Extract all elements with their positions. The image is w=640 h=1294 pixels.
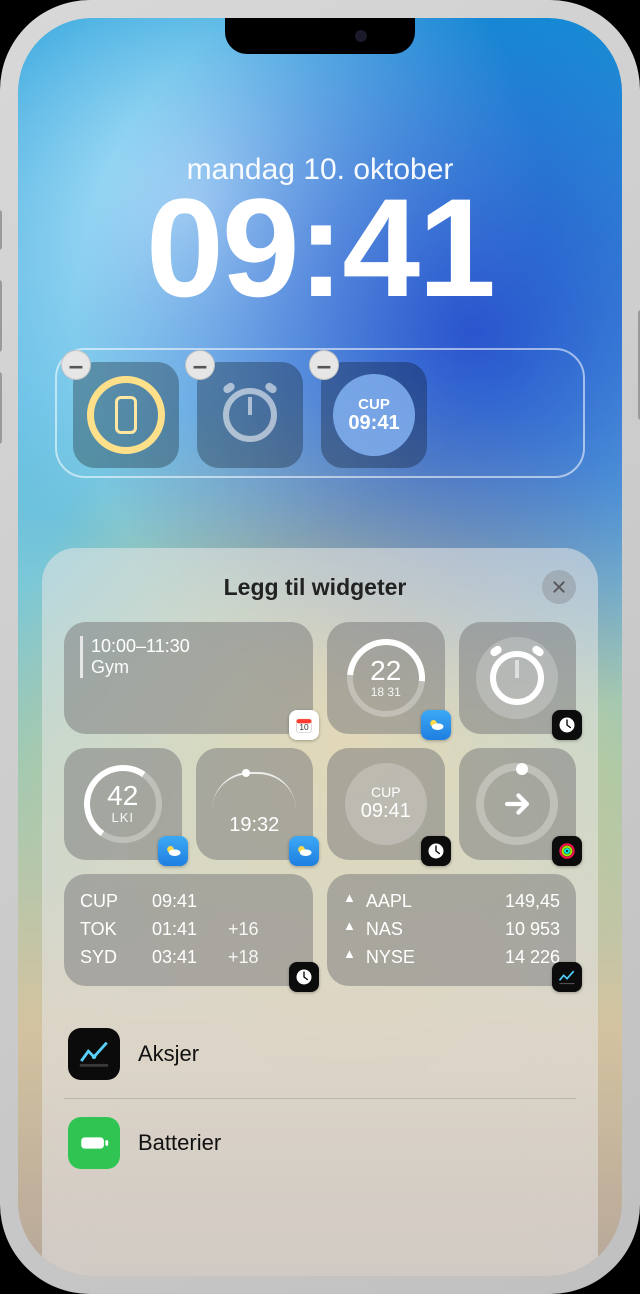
suggestion-air-quality[interactable]: 42 LKI xyxy=(64,748,182,860)
calendar-app-icon: 10 xyxy=(289,710,319,740)
remove-widget-button[interactable]: – xyxy=(309,350,339,380)
notch xyxy=(225,18,415,54)
remove-widget-button[interactable]: – xyxy=(185,350,215,380)
stocks-app-icon xyxy=(68,1028,120,1080)
suggestion-world-clock-small[interactable]: CUP 09:41 xyxy=(327,748,445,860)
svg-text:10: 10 xyxy=(299,722,309,732)
world-clock-circle: CUP 09:41 xyxy=(333,374,415,456)
suggestion-calendar-event[interactable]: 10:00–11:30 Gym 10 xyxy=(64,622,313,734)
stocks-app-icon xyxy=(552,962,582,992)
world-clock-city: CUP xyxy=(358,397,390,412)
phone-icon xyxy=(115,396,137,434)
close-button[interactable] xyxy=(542,570,576,604)
widget-world-clock[interactable]: – CUP 09:41 xyxy=(321,362,427,468)
alarm-clock-icon xyxy=(223,388,277,442)
panel-title: Legg til widgeter xyxy=(98,574,532,601)
stocks-table: ▲AAPL149,45 ▲NAS10 953 ▲NYSE14 226 xyxy=(343,888,560,972)
app-list: Aksjer Batterier xyxy=(64,1010,576,1187)
app-list-item-batteries[interactable]: Batterier xyxy=(64,1099,576,1187)
clock-app-icon xyxy=(552,710,582,740)
volume-down-button[interactable] xyxy=(0,372,2,444)
aqi-label: LKI xyxy=(111,810,134,826)
event-time: 10:00–11:30 xyxy=(91,636,190,657)
add-widgets-panel: Legg til widgeter 10:00–11:30 Gym 10 xyxy=(42,548,598,1276)
suggestion-fitness[interactable] xyxy=(459,748,577,860)
suggestion-weather-temp[interactable]: 22 18 31 xyxy=(327,622,445,734)
app-label: Batterier xyxy=(138,1130,221,1156)
world-clock-time: 09:41 xyxy=(348,412,399,434)
app-label: Aksjer xyxy=(138,1041,199,1067)
volume-up-button[interactable] xyxy=(0,280,2,352)
world-clock-time: 09:41 xyxy=(361,799,411,823)
weather-app-icon xyxy=(158,836,188,866)
phone-frame: mandag 10. oktober 09:41 – – – CUP 09:41 xyxy=(0,0,640,1294)
suggestion-sunset[interactable]: 19:32 xyxy=(196,748,314,860)
clock-app-icon xyxy=(421,836,451,866)
fitness-app-icon xyxy=(552,836,582,866)
lockscreen-time[interactable]: 09:41 xyxy=(18,178,622,318)
lockscreen-widget-row[interactable]: – – – CUP 09:41 xyxy=(55,348,585,478)
widget-suggestions-grid: 10:00–11:30 Gym 10 22 18 31 xyxy=(64,622,576,986)
weather-app-icon xyxy=(421,710,451,740)
world-clock-table: CUP09:41 TOK01:41+16 SYD03:41+18 xyxy=(80,888,297,972)
clock-app-icon xyxy=(289,962,319,992)
suggestion-alarm[interactable] xyxy=(459,622,577,734)
remove-widget-button[interactable]: – xyxy=(61,350,91,380)
close-icon xyxy=(551,579,567,595)
event-title: Gym xyxy=(91,657,190,678)
alarm-circle xyxy=(476,637,558,719)
weather-app-icon xyxy=(289,836,319,866)
widget-alarm[interactable]: – xyxy=(197,362,303,468)
activity-ring-icon xyxy=(476,763,558,845)
suggestion-world-clock-list[interactable]: CUP09:41 TOK01:41+16 SYD03:41+18 xyxy=(64,874,313,986)
sunset-time: 19:32 xyxy=(229,814,279,837)
batteries-app-icon xyxy=(68,1117,120,1169)
screen: mandag 10. oktober 09:41 – – – CUP 09:41 xyxy=(18,18,622,1276)
world-clock-city: CUP xyxy=(371,785,401,799)
app-list-item-stocks[interactable]: Aksjer xyxy=(64,1010,576,1099)
suggestion-stocks-list[interactable]: ▲AAPL149,45 ▲NAS10 953 ▲NYSE14 226 xyxy=(327,874,576,986)
battery-ring-icon xyxy=(87,376,165,454)
sun-path-icon xyxy=(212,772,296,810)
widget-battery-ring[interactable]: – xyxy=(73,362,179,468)
mute-switch[interactable] xyxy=(0,210,2,250)
